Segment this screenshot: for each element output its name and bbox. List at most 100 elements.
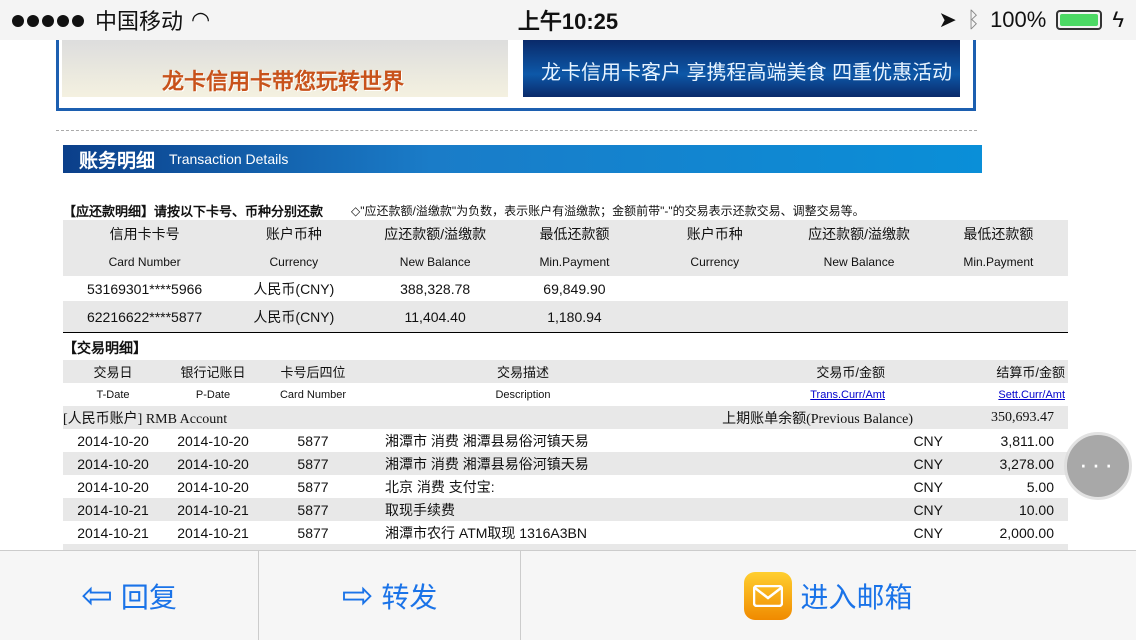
- divider: [56, 130, 977, 131]
- table-cell: 2014-10-21: [177, 501, 249, 518]
- column-header: New Balance: [823, 255, 895, 269]
- table-cell: 388,328.78: [400, 280, 471, 297]
- location-icon: ➤: [938, 7, 957, 32]
- table-cell: CNY: [913, 524, 943, 541]
- column-header: 信用卡卡号: [109, 226, 180, 242]
- table-cell: CNY: [913, 432, 943, 449]
- sort-link[interactable]: Trans.Curr/Amt: [810, 389, 885, 401]
- table-row: 2014-10-20 2014-10-20 5877 湘潭市 消费 湘潭县易俗河镇天易…: [63, 429, 1068, 452]
- table-cell: 3,811.00: [1000, 432, 1054, 449]
- account-label: [人民币账户] RMB Account: [63, 411, 228, 427]
- table-cell: 北京 消费 支付宝:: [385, 478, 495, 495]
- section-title-cn: 账务明细: [79, 150, 156, 172]
- column-header: 应还款额/溢缴款: [808, 226, 910, 242]
- table-cell: 5877: [297, 501, 329, 518]
- forward-arrow-icon: ⇨: [341, 575, 374, 617]
- table-row: 2014-10-20 2014-10-20 5877 湘潭市 消费 湘潭县易俗河镇天易…: [63, 452, 1068, 475]
- banner-right[interactable]: 龙卡信用卡客户 享携程高端美食 四重优惠活动: [523, 40, 960, 97]
- battery-percent: 100%: [990, 7, 1047, 32]
- column-header: Sett.Curr/Amt: [945, 389, 1065, 401]
- table-cell: 取现手续费: [385, 501, 455, 518]
- bluetooth-icon: ᛒ: [966, 7, 981, 32]
- table-cell: 2014-10-20: [77, 432, 149, 449]
- rmb-account-row: [人民币账户] RMB Account 上期账单余额(Previous Bala…: [63, 406, 1068, 429]
- table-cell: 5.00: [1026, 478, 1054, 495]
- header-row: 交易日 银行记账日 卡号后四位 交易描述 交易币/金额 结算币/金额: [63, 360, 1068, 383]
- repayment-table: 【应还款明细】请按以下卡号、币种分别还款 ◇"应还款额/溢缴款"为负数，表示账户有…: [63, 200, 1068, 333]
- column-header: Currency: [690, 255, 740, 269]
- column-header: Min.Payment: [539, 255, 610, 269]
- reply-button[interactable]: ⇦ 回复: [0, 551, 259, 640]
- column-header: Trans.Curr/Amt: [683, 389, 945, 401]
- table-cell: 1,180.94: [547, 308, 602, 325]
- table-cell: 2,000.00: [999, 524, 1055, 541]
- column-header: Currency: [269, 255, 319, 269]
- more-button[interactable]: ···: [1064, 432, 1132, 500]
- reply-arrow-icon: ⇦: [81, 575, 113, 617]
- section-header: 账务明细 Transaction Details: [63, 145, 982, 173]
- table-cell: 5877: [297, 478, 329, 495]
- table-cell: CNY: [913, 501, 943, 518]
- table-row: 2014-10-21 2014-10-21 5877 取现手续费 CNY 10.00: [63, 498, 1068, 521]
- table-cell: 5877: [297, 455, 329, 472]
- forward-button[interactable]: ⇨ 转发: [259, 551, 521, 640]
- sort-link[interactable]: Sett.Curr/Amt: [998, 389, 1065, 401]
- column-header: 应还款额/溢缴款: [384, 226, 487, 242]
- table-cell: 62216622****5877: [86, 308, 203, 325]
- open-mailbox-button[interactable]: 进入邮箱: [521, 551, 1136, 640]
- transaction-table: 【交易明细】 交易日 银行记账日 卡号后四位 交易描述 交易币/金额 结算币/金额 T-Da…: [63, 336, 1068, 550]
- repay-note: ◇"应还款额/溢缴款"为负数，表示账户有溢缴款；金额前带"-"的交易表示还款交易…: [351, 203, 865, 218]
- column-header: New Balance: [399, 255, 471, 269]
- table-cell: CNY: [913, 455, 943, 472]
- status-bar: 中国移动 ◠ 上午10:25 ➤ ᛒ 100% ϟ: [0, 0, 1136, 40]
- table-cell: 2014-10-20: [177, 478, 249, 495]
- previous-balance-value: 350,693.47: [991, 409, 1054, 425]
- mailbox-label: 进入邮箱: [800, 581, 913, 613]
- forward-label: 转发: [381, 581, 438, 613]
- charging-icon: ϟ: [1112, 7, 1124, 32]
- table-cell: 人民币(CNY): [253, 308, 335, 325]
- column-header: 交易币/金额: [816, 365, 885, 380]
- table-cell: 2014-10-20: [77, 455, 149, 472]
- column-header: 银行记账日: [180, 365, 246, 380]
- table-cell: 2014-10-21: [177, 524, 249, 541]
- column-header: 结算币/金额: [996, 365, 1065, 380]
- column-header: 交易日: [93, 365, 133, 380]
- banner-left-text: 龙卡信用卡带您玩转世界: [162, 69, 405, 94]
- column-header: Description: [495, 388, 551, 401]
- table-cell: CNY: [913, 478, 943, 495]
- column-header: 卡号后四位: [280, 365, 346, 380]
- table-cell: 3,278.00: [999, 455, 1055, 472]
- column-header: T-Date: [96, 388, 130, 401]
- table-cell: 11,404.40: [404, 308, 466, 325]
- table-cell: 湘潭市 消费 湘潭县易俗河镇天易: [385, 455, 589, 472]
- trans-title: 【交易明细】: [63, 340, 147, 356]
- table-cell: 2014-10-20: [177, 455, 249, 472]
- table-row: 2014-10-21 2014-10-21 5877 湘潭市农行 ATM取现 1316…: [63, 521, 1068, 544]
- table-row: 62216622****5877 人民币(CNY) 11,404.40 1,180.9…: [63, 301, 1068, 332]
- battery-icon: [1056, 10, 1103, 30]
- table-cell: 69,849.90: [543, 280, 606, 297]
- table-cell: 2014-10-20: [77, 478, 149, 495]
- column-header: Card Number: [108, 255, 181, 269]
- column-header: Min.Payment: [963, 255, 1034, 269]
- column-header: 最低还款额: [963, 226, 1034, 242]
- banner-left[interactable]: 龙卡信用卡带您玩转世界: [62, 40, 508, 97]
- repay-title: 【应还款明细】请按以下卡号、币种分别还款: [63, 203, 324, 219]
- header-row: Card Number Currency New Balance Min.Paymen…: [63, 248, 1068, 276]
- table-cell: 5877: [297, 524, 329, 541]
- table-cell: 5877: [297, 432, 329, 449]
- table-cell: 湘潭市 消费 湘潭县易俗河镇天易: [385, 432, 589, 449]
- column-header: Card Number: [279, 388, 347, 401]
- table-cell: 2014-10-21: [77, 501, 149, 518]
- table-cell: 人民币(CNY): [253, 280, 335, 297]
- section-title-en: Transaction Details: [169, 151, 289, 167]
- table-cell: 2014-10-20: [177, 432, 249, 449]
- previous-balance-label: 上期账单余额(Previous Balance): [722, 411, 913, 427]
- table-cell: 湘潭市农行 ATM取现 1316A3BN: [385, 524, 588, 541]
- table-cell: 53169301****5966: [86, 280, 203, 297]
- reply-label: 回复: [120, 581, 177, 613]
- table-row: 2014-10-20 2014-10-20 5877 北京 消费 支付宝: CNY 5.0…: [63, 475, 1068, 498]
- column-header: 账户币种: [265, 226, 322, 242]
- table-cell: 10.00: [1018, 501, 1054, 518]
